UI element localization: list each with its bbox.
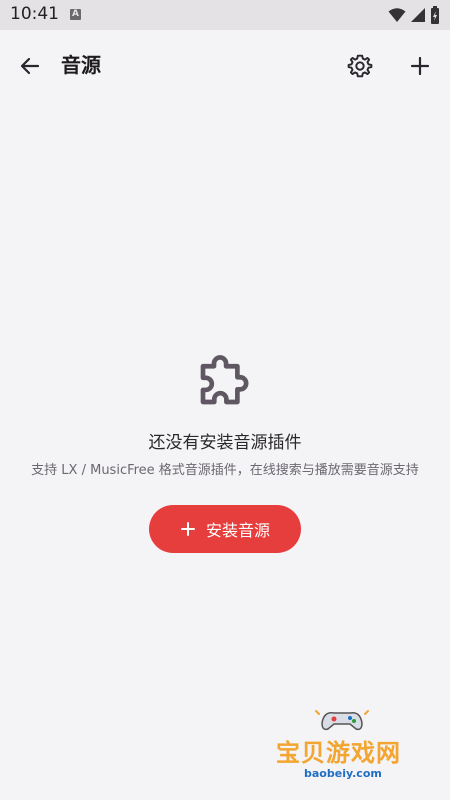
install-source-label: 安装音源 xyxy=(205,521,270,540)
status-icons xyxy=(388,6,440,24)
wifi-icon xyxy=(388,8,406,22)
gamepad-icon xyxy=(315,710,369,731)
notification-a-icon: A xyxy=(70,9,81,20)
watermark: 宝贝游戏网 baobeiy.com xyxy=(270,705,430,795)
signal-icon xyxy=(411,8,425,22)
back-arrow-icon xyxy=(20,57,40,75)
back-button[interactable] xyxy=(10,46,50,86)
plus-icon xyxy=(180,521,196,537)
puzzle-icon xyxy=(200,355,249,405)
battery-icon xyxy=(431,6,439,24)
gear-icon xyxy=(347,54,373,78)
watermark-text: 宝贝游戏网 xyxy=(276,739,401,767)
install-source-button[interactable]: 安装音源 xyxy=(149,505,301,553)
app-bar: 音源 xyxy=(0,30,450,102)
empty-description: 支持 LX / MusicFree 格式音源插件，在线搜索与播放需要音源支持 xyxy=(31,463,419,478)
plus-icon xyxy=(410,56,430,76)
watermark-url: baobeiy.com xyxy=(304,767,382,780)
settings-button[interactable] xyxy=(340,46,380,86)
status-time: 10:41 xyxy=(10,4,59,24)
add-button[interactable] xyxy=(400,46,440,86)
page-title: 音源 xyxy=(61,53,101,77)
status-bar: 10:41 A xyxy=(0,0,450,30)
empty-title: 还没有安装音源插件 xyxy=(148,433,302,453)
